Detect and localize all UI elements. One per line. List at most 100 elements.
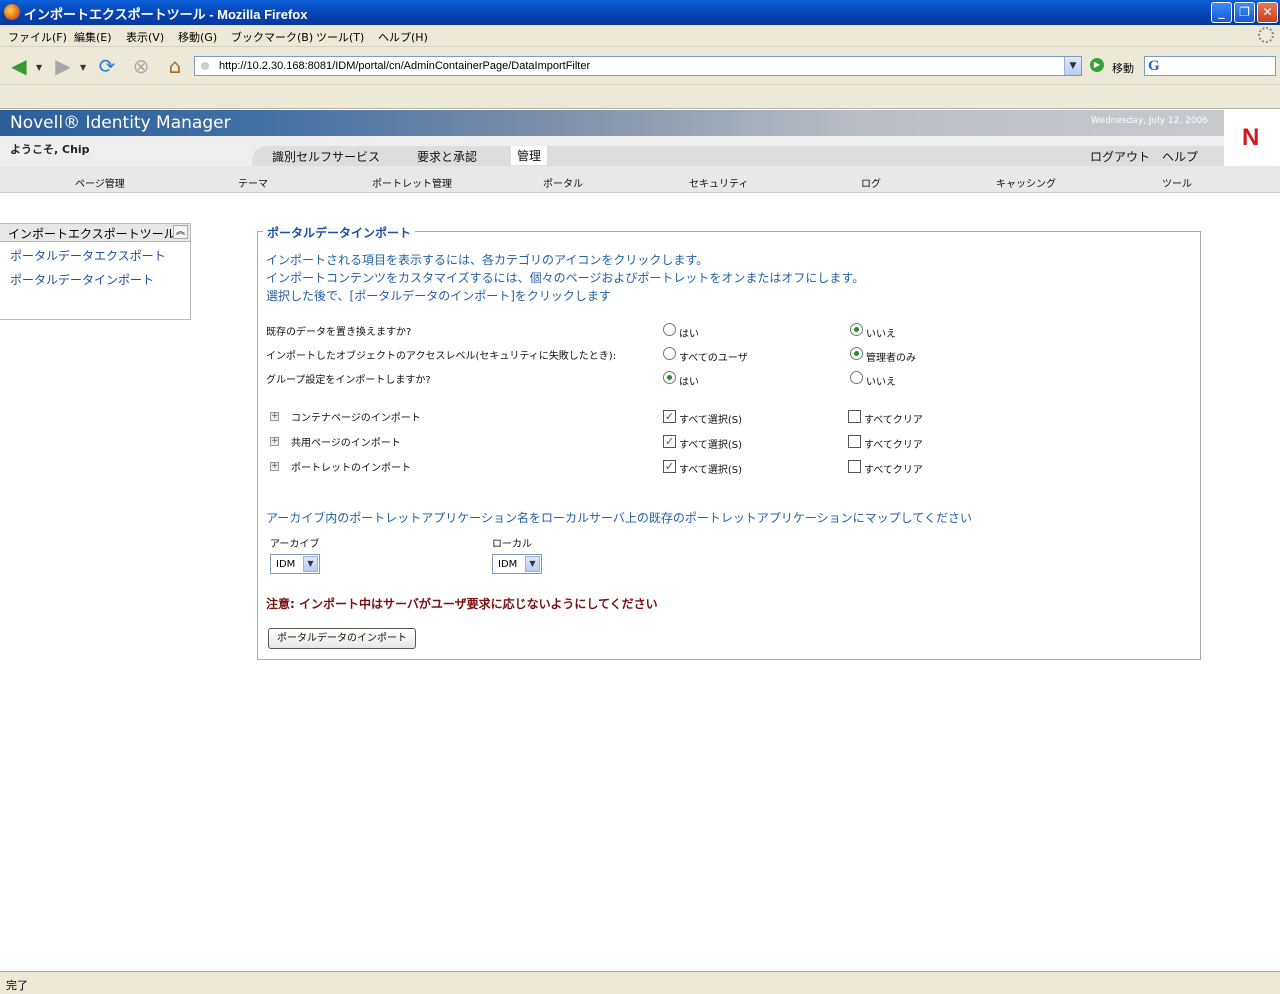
window-titlebar: インポートエクスポートツール - Mozilla Firefox _ ❐ ✕ (0, 0, 1280, 25)
chevron-down-icon[interactable]: ▼ (525, 556, 540, 572)
menu-help[interactable]: ヘルプ(H) (378, 29, 428, 45)
tab-strip (252, 146, 1224, 166)
select-all-container-checkbox[interactable]: ✓ (663, 410, 676, 423)
question-access-level: インポートしたオブジェクトのアクセスレベル(セキュリティに失敗したとき): (266, 351, 617, 362)
banner-date: Wednesday, July 12, 2006 (1091, 116, 1208, 126)
tab-administration[interactable]: 管理 (511, 146, 548, 165)
expand-icon[interactable]: + (270, 437, 279, 446)
stop-icon[interactable]: ⊗ (128, 53, 154, 79)
search-input[interactable]: G (1144, 56, 1276, 76)
firefox-icon (4, 4, 20, 20)
forward-arrow-icon[interactable]: ▶ (50, 53, 76, 79)
expand-icon[interactable]: + (270, 412, 279, 421)
back-arrow-icon[interactable]: ◀ (6, 53, 32, 79)
site-icon (201, 62, 209, 70)
subnav-tools[interactable]: ツール (1162, 175, 1192, 190)
local-select[interactable]: IDM ▼ (492, 554, 542, 574)
throbber-icon (1258, 27, 1274, 43)
select-all-shared-checkbox[interactable]: ✓ (663, 435, 676, 448)
clear-all-container-label: すべてクリア (864, 415, 923, 426)
status-bar: 完了 (0, 971, 1280, 994)
groups-yes-radio[interactable] (663, 371, 676, 384)
logout-link[interactable]: ログアウト (1090, 148, 1150, 165)
replace-no-label: いいえ (866, 329, 896, 340)
admin-subnav: ページ管理 テーマ ポートレット管理 ポータル セキュリティ ログ キャッシング… (0, 166, 1280, 193)
subnav-page-admin[interactable]: ページ管理 (75, 175, 125, 190)
section-container-pages: コンテナページのインポート (291, 413, 421, 424)
clear-all-shared-label: すべてクリア (864, 440, 923, 451)
sidebar: インポートエクスポートツール ︽ ポータルデータエクスポート ポータルデータイン… (0, 223, 191, 320)
novell-logo-letter: N (1242, 124, 1260, 151)
sidebar-item-export[interactable]: ポータルデータエクスポート (0, 242, 190, 266)
menu-edit[interactable]: 編集(E) (74, 29, 112, 45)
local-select-value: IDM (498, 559, 518, 570)
archive-select[interactable]: IDM ▼ (270, 554, 320, 574)
novell-logo: N (1224, 110, 1280, 166)
menu-file[interactable]: ファイル(F) (8, 29, 67, 45)
section-shared-pages: 共用ページのインポート (291, 438, 401, 449)
sidebar-item-import[interactable]: ポータルデータインポート (0, 266, 190, 290)
subnav-portal[interactable]: ポータル (543, 175, 583, 190)
access-all-users-label: すべてのユーザ (679, 353, 748, 364)
home-icon[interactable]: ⌂ (162, 53, 188, 79)
select-all-shared-label: すべて選択(S) (679, 440, 743, 451)
help-link[interactable]: ヘルプ (1162, 148, 1198, 165)
subnav-theme[interactable]: テーマ (238, 175, 268, 190)
collapse-icon[interactable]: ︽ (173, 225, 188, 239)
welcome-text: ようこそ, Chip (10, 143, 90, 156)
forward-dropdown-icon[interactable]: ▼ (80, 63, 86, 72)
url-dropdown-icon[interactable]: ▼ (1064, 57, 1081, 75)
go-label[interactable]: 移動 (1112, 60, 1134, 76)
groups-no-radio[interactable] (850, 371, 863, 384)
expand-icon[interactable]: + (270, 462, 279, 471)
subnav-caching[interactable]: キャッシング (996, 175, 1056, 190)
clear-all-portlets-checkbox[interactable] (848, 460, 861, 473)
tab-requests-approvals[interactable]: 要求と承認 (417, 148, 477, 165)
menu-go[interactable]: 移動(G) (178, 29, 217, 45)
url-text[interactable]: http://10.2.30.168:8081/IDM/portal/cn/Ad… (219, 60, 590, 72)
select-all-portlets-label: すべて選択(S) (679, 465, 743, 476)
groups-no-label: いいえ (866, 377, 896, 388)
access-admin-only-label: 管理者のみ (866, 353, 916, 364)
subnav-log[interactable]: ログ (861, 175, 881, 190)
navigation-toolbar: ◀ ▼ ▶ ▼ ⟳ ⊗ ⌂ http://10.2.30.168:8081/ID… (0, 47, 1280, 85)
menu-view[interactable]: 表示(V) (126, 29, 164, 45)
menu-bookmarks[interactable]: ブックマーク(B) (231, 29, 313, 45)
chevron-down-icon[interactable]: ▼ (303, 556, 318, 572)
clear-all-container-checkbox[interactable] (848, 410, 861, 423)
section-portlets: ポートレットのインポート (291, 463, 411, 474)
instruction-line-1: インポートされる項目を表示するには、各カテゴリのアイコンをクリックします。 (266, 253, 709, 267)
access-admin-only-radio[interactable] (850, 347, 863, 360)
replace-yes-radio[interactable] (663, 323, 676, 336)
restore-button[interactable]: ❐ (1234, 2, 1255, 23)
instruction-line-3: 選択した後で、[ポータルデータのインポート]をクリックします (266, 289, 611, 303)
sidebar-header: インポートエクスポートツール ︽ (0, 224, 190, 242)
question-import-groups: グループ設定をインポートしますか? (266, 375, 431, 386)
back-dropdown-icon[interactable]: ▼ (36, 63, 42, 72)
groups-yes-label: はい (679, 377, 699, 388)
clear-all-portlets-label: すべてクリア (864, 465, 923, 476)
status-text: 完了 (6, 979, 28, 992)
app-brand: Novell® Identity Manager (10, 113, 231, 133)
subnav-portlet-admin[interactable]: ポートレット管理 (372, 175, 452, 190)
reload-icon[interactable]: ⟳ (94, 53, 120, 79)
window-title: インポートエクスポートツール - Mozilla Firefox (24, 7, 308, 22)
panel-title: ポータルデータインポート (263, 224, 416, 241)
menu-tools[interactable]: ツール(T) (316, 29, 364, 45)
go-icon[interactable]: ▶ (1090, 58, 1104, 72)
instruction-line-2: インポートコンテンツをカスタマイズするには、個々のページおよびポートレットをオン… (266, 271, 865, 285)
menu-bar: ファイル(F) 編集(E) 表示(V) 移動(G) ブックマーク(B) ツール(… (0, 25, 1280, 47)
minimize-button[interactable]: _ (1211, 2, 1232, 23)
subnav-security[interactable]: セキュリティ (689, 175, 748, 190)
replace-no-radio[interactable] (850, 323, 863, 336)
select-all-portlets-checkbox[interactable]: ✓ (663, 460, 676, 473)
url-bar[interactable]: http://10.2.30.168:8081/IDM/portal/cn/Ad… (194, 56, 1082, 76)
clear-all-shared-checkbox[interactable] (848, 435, 861, 448)
google-search-icon[interactable]: G (1148, 58, 1160, 75)
import-data-button[interactable]: ポータルデータのインポート (268, 628, 416, 649)
access-all-users-radio[interactable] (663, 347, 676, 360)
tab-identity-self-service[interactable]: 識別セルフサービス (272, 148, 380, 165)
archive-label: アーカイブ (270, 539, 320, 550)
close-button[interactable]: ✕ (1257, 2, 1278, 23)
archive-select-value: IDM (276, 559, 296, 570)
